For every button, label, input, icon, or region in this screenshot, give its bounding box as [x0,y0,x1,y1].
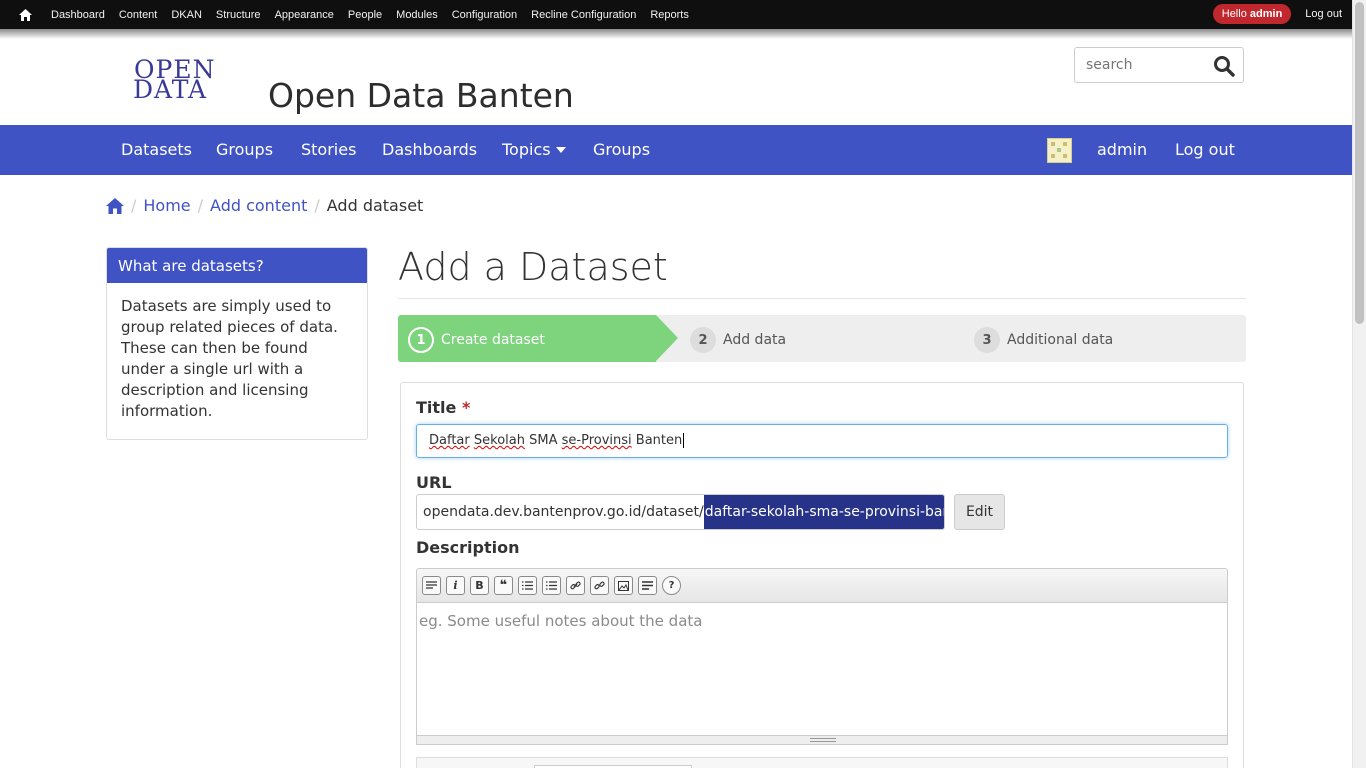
step-label: Create dataset [441,332,545,348]
format-icon[interactable] [422,576,441,595]
link-icon[interactable] [566,576,585,595]
url-slug[interactable]: daftar-sekolah-sma-se-provinsi-banten [703,495,944,529]
breadcrumb-home[interactable]: Home [143,196,190,215]
step-create-dataset[interactable]: 1 Create dataset [408,327,545,353]
sidebar-help-panel: What are datasets? Datasets are simply u… [106,247,368,440]
hello-prefix: Hello [1221,8,1247,20]
step-number: 2 [690,327,716,353]
page-scrollbar[interactable] [1352,0,1366,768]
admin-menu-content[interactable]: Content [112,9,165,21]
step-label: Add data [723,332,787,348]
active-step-arrow [656,315,678,361]
step-additional-data[interactable]: 3 Additional data [974,327,1113,353]
search-form [1074,47,1244,83]
title-word: Daftar [429,433,470,448]
logo-line2: DATA [133,75,208,104]
admin-menu-appearance[interactable]: Appearance [268,9,341,21]
caret-down-icon [555,147,566,153]
required-mark: * [461,398,471,417]
title-divider [398,298,1246,299]
nav-datasets[interactable]: Datasets [121,140,192,159]
description-textarea[interactable]: eg. Some useful notes about the data [416,602,1228,736]
admin-menu-modules[interactable]: Modules [389,9,445,21]
nav-groups[interactable]: Groups [216,140,273,159]
blockquote-icon[interactable]: ❝ [494,576,513,595]
url-prefix: opendata.dev.bantenprov.go.id/dataset/ [423,504,704,520]
admin-menu-configuration[interactable]: Configuration [445,9,524,21]
description-label: Description [416,538,520,557]
grip-lines [810,738,836,742]
title-label-text: Title [416,398,457,417]
user-avatar[interactable] [1047,138,1072,163]
breadcrumb-add-content[interactable]: Add content [210,196,307,215]
bold-icon[interactable]: B [470,576,489,595]
nav-topics-label: Topics [502,140,551,159]
title-word: Banten [635,433,683,448]
nav-groups-2[interactable]: Groups [593,140,650,159]
breadcrumb-separator: / [197,196,204,215]
breadcrumb-current: Add dataset [326,196,424,215]
bullet-list-icon[interactable] [542,576,561,595]
site-logo[interactable]: OPEN DATA [106,52,248,112]
admin-menu-people[interactable]: People [341,9,389,21]
hello-username: admin [1249,8,1283,20]
admin-menu-dashboard[interactable]: Dashboard [44,9,112,21]
title-field[interactable]: Daftar Sekolah SMA se-Provinsi Banten [416,424,1228,458]
title-word: Sekolah [473,433,525,448]
nav-logout[interactable]: Log out [1175,140,1235,159]
help-icon[interactable]: ? [662,576,681,595]
admin-home-icon[interactable] [12,8,38,21]
sidebar-title: What are datasets? [107,248,367,283]
italic-icon[interactable]: i [446,576,465,595]
title-word: SMA [529,433,558,448]
admin-toolbar: Dashboard Content DKAN Structure Appeara… [0,0,1352,29]
main-navigation: Datasets Groups Stories Dashboards Topic… [0,125,1352,175]
numbered-list-icon[interactable] [518,576,537,595]
unlink-icon[interactable] [590,576,609,595]
admin-menu-reports[interactable]: Reports [643,9,696,21]
step-label: Additional data [1007,332,1114,348]
textarea-resize-grip[interactable] [416,736,1228,745]
breadcrumb: / Home / Add content / Add dataset [106,196,423,215]
nav-topics[interactable]: Topics [502,140,566,159]
hello-user-badge[interactable]: Hello admin [1212,4,1292,24]
search-input[interactable] [1075,48,1205,82]
nav-user[interactable]: admin [1097,140,1147,159]
step-number: 3 [974,327,1000,353]
title-label: Title * [416,398,470,417]
next-form-field [416,757,1228,768]
breadcrumb-separator: / [131,196,137,215]
search-icon[interactable] [1213,55,1235,77]
text-cursor [683,433,685,448]
admin-menu-structure[interactable]: Structure [209,9,268,21]
progress-steps: 1 Create dataset 2 Add data 3 Additional… [398,315,1246,362]
breadcrumb-separator: / [314,196,320,215]
url-field[interactable]: opendata.dev.bantenprov.go.id/dataset/ d… [416,494,945,530]
page-title: Add a Dataset [398,245,668,289]
editor-toolbar: i B ❝ ? [416,568,1228,602]
scrollbar-thumb[interactable] [1355,2,1364,324]
sidebar-body: Datasets are simply used to group relate… [121,297,338,420]
nav-stories[interactable]: Stories [301,140,356,159]
title-word: se-Provinsi [561,433,632,448]
toolbar-shadow [0,29,1352,39]
home-icon[interactable] [106,197,124,214]
admin-menu-dkan[interactable]: DKAN [164,9,209,21]
site-name[interactable]: Open Data Banten [268,76,574,115]
justify-icon[interactable] [638,576,657,595]
admin-logout-link[interactable]: Log out [1305,8,1342,20]
step-add-data[interactable]: 2 Add data [690,327,786,353]
step-number: 1 [408,327,434,353]
url-edit-button[interactable]: Edit [954,494,1005,530]
url-label: URL [416,473,452,492]
nav-dashboards[interactable]: Dashboards [382,140,477,159]
image-icon[interactable] [614,576,633,595]
admin-menu-recline-configuration[interactable]: Recline Configuration [524,9,643,21]
